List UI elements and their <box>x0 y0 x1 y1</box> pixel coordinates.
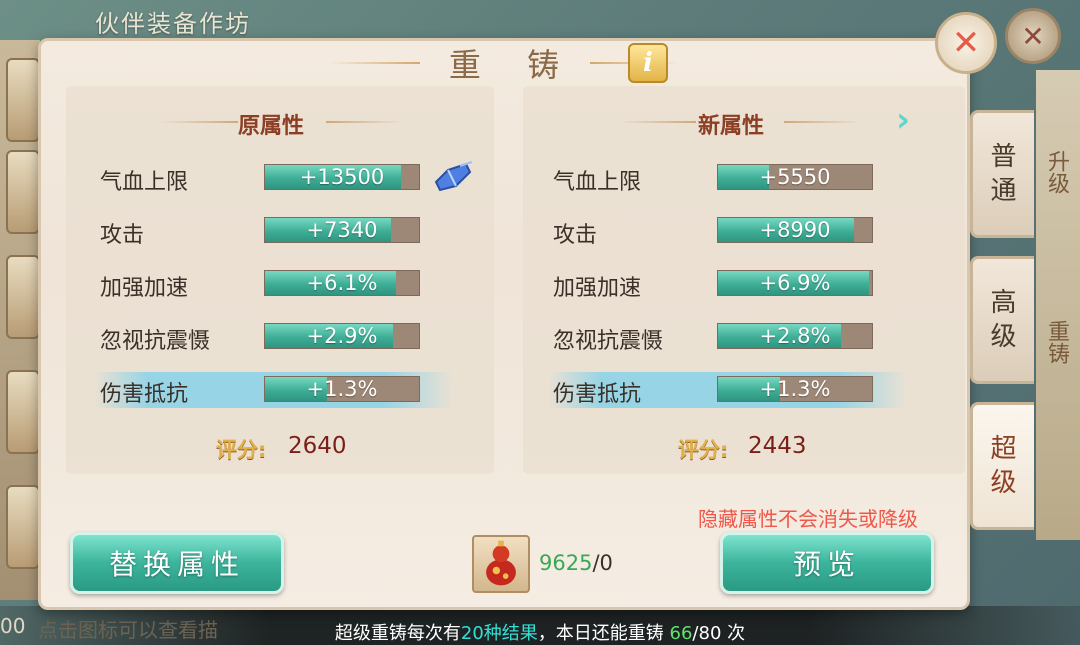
new-attr-value: +6.9% <box>759 271 831 295</box>
chevron-right-icon[interactable]: › <box>896 102 924 138</box>
background-slot <box>6 150 40 234</box>
dialog-title: 重 铸 <box>448 46 578 84</box>
material-have: 9625 <box>539 551 593 575</box>
footer-text: 超级重铸每次有20种结果，本日还能重铸 66/80 次 <box>0 619 1080 645</box>
new-attr-bar: +2.8% <box>717 323 873 349</box>
replace-attributes-button[interactable]: 替换属性 <box>70 532 284 594</box>
close-button[interactable]: ✕ <box>935 12 997 74</box>
new-score-value: 2443 <box>748 433 807 459</box>
gem-badge-icon <box>434 161 473 192</box>
new-score-label: 评分: <box>678 438 729 462</box>
original-attr-bar: +6.1% <box>264 270 420 296</box>
original-score-label: 评分: <box>216 438 267 462</box>
tab-advanced[interactable]: 高 级 <box>970 256 1034 384</box>
new-attributes-heading: 新属性 <box>698 114 765 139</box>
tab-normal[interactable]: 普 通 <box>970 110 1034 238</box>
new-attr-label: 忽视抗震慑 <box>553 329 664 354</box>
footer-result-count: 20种结果 <box>460 623 538 644</box>
new-attr-label: 攻击 <box>553 223 598 248</box>
footer-part3: /80 次 <box>692 623 746 644</box>
background-title: 伙伴装备作坊 <box>95 10 251 38</box>
footer-part1: 超级重铸每次有 <box>334 623 461 644</box>
heading-decoration <box>784 121 862 123</box>
background-slot <box>6 255 40 339</box>
background-slot <box>6 485 40 569</box>
background-close-icon: ✕ <box>1005 8 1061 64</box>
new-attr-bar: +8990 <box>717 217 873 243</box>
original-attr-label: 气血上限 <box>100 170 189 195</box>
new-attr-bar: +1.3% <box>717 376 873 402</box>
new-attr-label: 加强加速 <box>553 276 642 301</box>
material-count: 9625/0 <box>539 551 613 575</box>
background-right-column <box>1036 70 1080 540</box>
new-attr-bar: +5550 <box>717 164 873 190</box>
original-attr-value: +1.3% <box>306 377 378 401</box>
new-attr-value: +1.3% <box>759 377 831 401</box>
material-item-slot[interactable] <box>472 535 530 593</box>
background-left-column <box>0 40 40 600</box>
footer-remaining: 66 <box>669 623 693 644</box>
heading-decoration <box>160 121 238 123</box>
original-attr-value: +7340 <box>306 218 378 242</box>
new-attr-label: 伤害抵抗 <box>553 382 642 407</box>
close-icon: ✕ <box>951 23 981 63</box>
new-attr-label: 气血上限 <box>553 170 642 195</box>
original-attr-bar: +7340 <box>264 217 420 243</box>
original-attr-value: +2.9% <box>306 324 378 348</box>
heading-decoration <box>326 121 404 123</box>
heading-decoration <box>618 121 696 123</box>
original-attr-label: 伤害抵抗 <box>100 382 189 407</box>
hidden-attribute-warning: 隐藏属性不会消失或降级 <box>698 507 918 531</box>
preview-button[interactable]: 预览 <box>720 532 934 594</box>
footer-part2: ，本日还能重铸 <box>537 623 670 644</box>
new-attr-value: +2.8% <box>759 324 831 348</box>
original-attr-label: 加强加速 <box>100 276 189 301</box>
tab-super[interactable]: 超 级 <box>970 402 1034 530</box>
original-score-value: 2640 <box>288 433 347 459</box>
info-button[interactable]: i <box>628 43 668 83</box>
background-tab-recast: 重铸 <box>1044 320 1069 364</box>
new-attr-value: +5550 <box>759 165 831 189</box>
original-attr-bar: +2.9% <box>264 323 420 349</box>
background-slot <box>6 370 40 454</box>
original-attr-label: 攻击 <box>100 223 145 248</box>
new-attr-value: +8990 <box>759 218 831 242</box>
original-attr-value: +6.1% <box>306 271 378 295</box>
original-attr-bar: +13500 <box>264 164 420 190</box>
original-attr-value: +13500 <box>299 165 385 189</box>
original-attr-bar: +1.3% <box>264 376 420 402</box>
material-need: /0 <box>592 551 613 575</box>
background-tab-upgrade: 升级 <box>1044 150 1069 194</box>
original-attr-label: 忽视抗震慑 <box>100 329 211 354</box>
gourd-icon <box>486 540 516 586</box>
original-attributes-heading: 原属性 <box>238 114 305 139</box>
new-attr-bar: +6.9% <box>717 270 873 296</box>
